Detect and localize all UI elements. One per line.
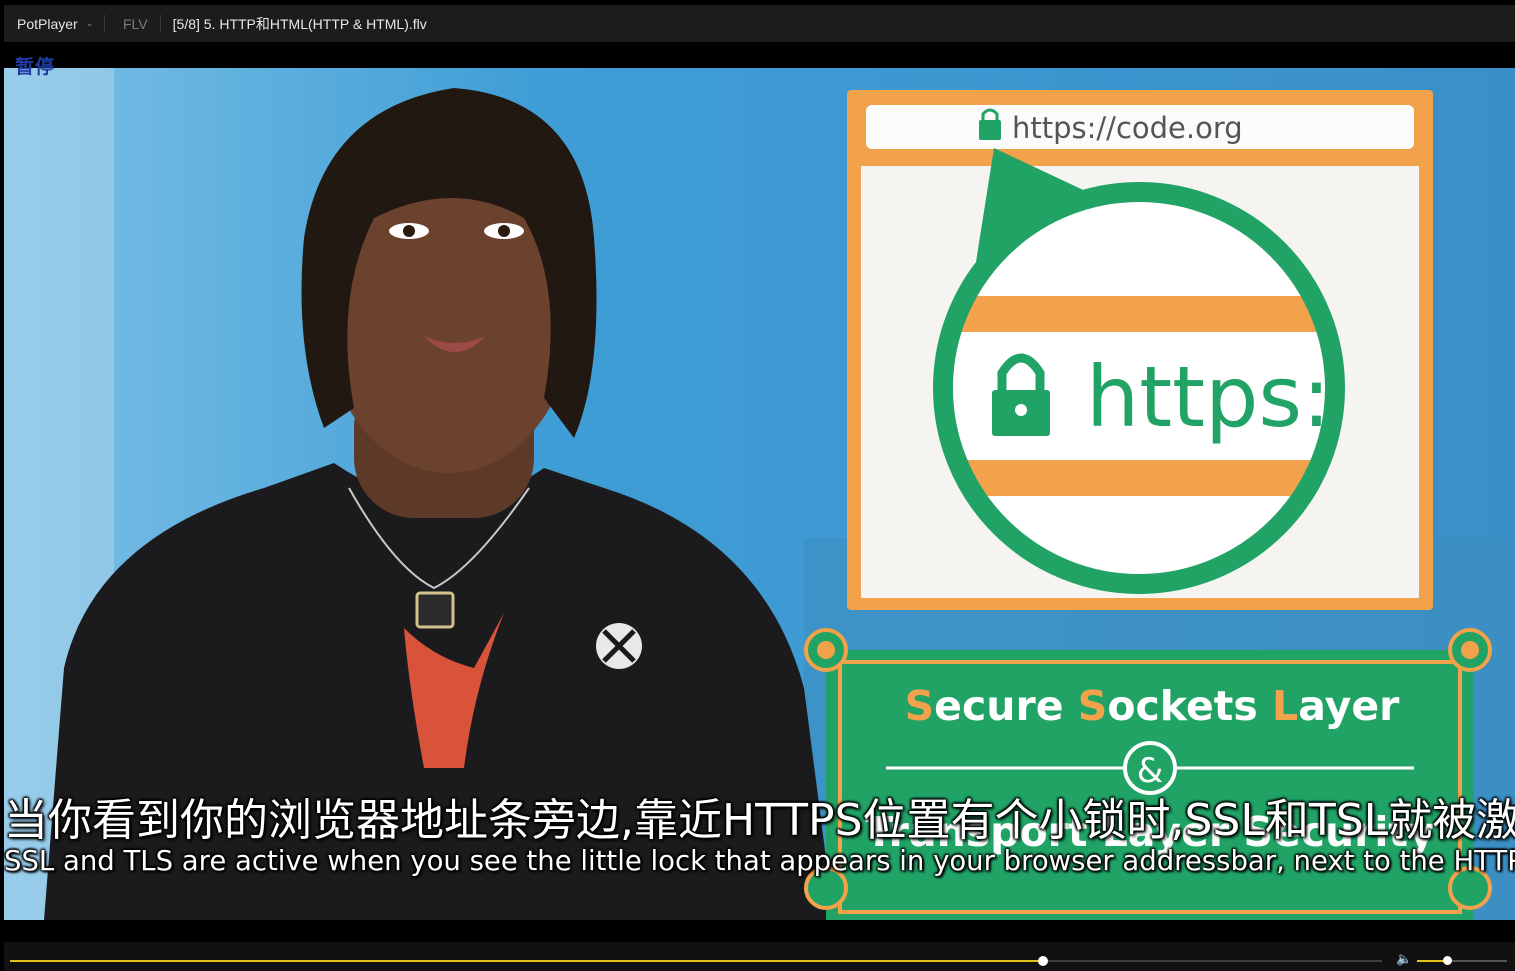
seek-bar[interactable] (10, 956, 1382, 966)
speaker-icon[interactable]: 🔈 (1396, 952, 1412, 967)
app-name: PotPlayer (17, 15, 78, 32)
paused-indicator: 暂停 (15, 56, 56, 78)
seek-progress (10, 960, 1044, 962)
chevron-down-icon: ⌄ (85, 18, 94, 29)
card-url: https://code.org (1012, 111, 1243, 145)
file-title: [5/8] 5. HTTP和HTML(HTTP & HTML).flv (172, 15, 427, 32)
browser-card: https://code.org https: (847, 90, 1433, 610)
app-menu-button[interactable]: PotPlayer ⌄ (4, 5, 104, 42)
card-ssl-title: Secure Sockets Layer (905, 682, 1400, 730)
subtitle-english: SSL and TLS are active when you see the … (4, 845, 1515, 877)
subtitle-chinese: 当你看到你的浏览器地址条旁边,靠近HTTPS位置有个小锁时,SSL和TSL就被激… (4, 795, 1515, 846)
video-frame[interactable]: https://code.org https: Secure Sockets L… (4, 68, 1515, 920)
title-bar: PotPlayer ⌄ FLV [5/8] 5. HTTP和HTML(HTTP … (4, 5, 1515, 42)
seek-handle[interactable] (1038, 956, 1049, 966)
volume-handle[interactable] (1442, 956, 1452, 965)
control-bar: 🔈 (4, 942, 1515, 971)
card-https: https: (1086, 348, 1331, 446)
volume-slider[interactable] (1417, 956, 1507, 965)
file-format-label: FLV (123, 15, 148, 32)
